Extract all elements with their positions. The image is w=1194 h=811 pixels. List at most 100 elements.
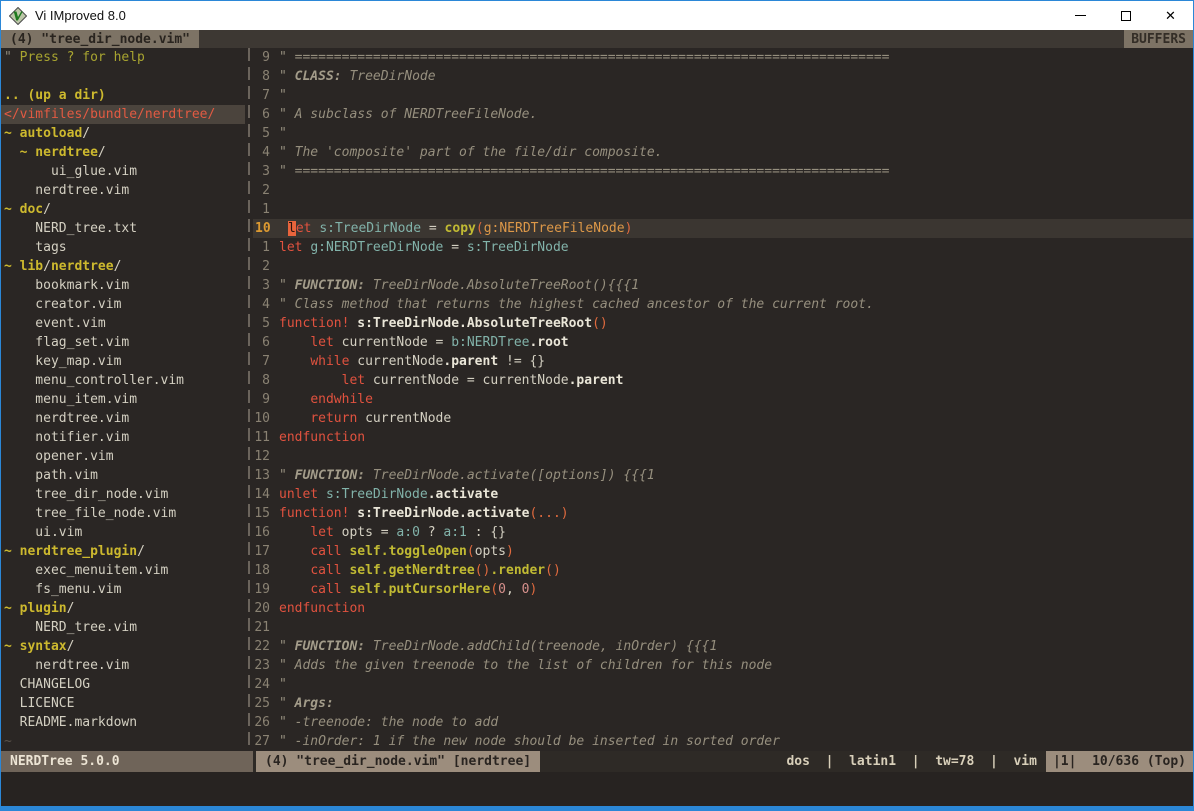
tree-row[interactable]: ~ nerdtree_plugin/ <box>1 542 245 561</box>
tab-active[interactable]: (4) "tree_dir_node.vim" <box>1 30 199 48</box>
token: call <box>310 563 341 578</box>
code-line[interactable]: 12 <box>253 447 1193 466</box>
code-line[interactable]: 2 <box>253 181 1193 200</box>
code-line[interactable]: 20endfunction <box>253 599 1193 618</box>
tree-row[interactable]: LICENCE <box>1 694 245 713</box>
command-line[interactable] <box>1 772 1193 806</box>
code-line[interactable]: 26" -treenode: the node to add <box>253 713 1193 732</box>
tree-row[interactable]: NERD_tree.txt <box>1 219 245 238</box>
code-line[interactable]: 8" CLASS: TreeDirNode <box>253 67 1193 86</box>
tree-row[interactable]: creator.vim <box>1 295 245 314</box>
token: .render <box>490 563 545 578</box>
tree-row[interactable]: .. (up a dir) <box>1 86 245 105</box>
tree-row[interactable]: ~ <box>1 732 245 751</box>
token: notifier.vim <box>4 430 129 445</box>
token: FUNCTION: <box>295 468 365 483</box>
code-line[interactable]: 5" <box>253 124 1193 143</box>
code-line[interactable]: 1 <box>253 200 1193 219</box>
line-number: 2 <box>253 257 279 276</box>
tree-row[interactable]: ui_glue.vim <box>1 162 245 181</box>
buffers-badge[interactable]: BUFFERS <box>1124 30 1193 48</box>
tree-row[interactable]: fs_menu.vim <box>1 580 245 599</box>
nerdtree-status-text: NERDTree 5.0.0 <box>10 754 120 769</box>
tree-row[interactable]: nerdtree.vim <box>1 656 245 675</box>
tree-row[interactable]: opener.vim <box>1 447 245 466</box>
code-line[interactable]: 15function! s:TreeDirNode.activate(...) <box>253 504 1193 523</box>
code-text <box>279 181 1193 200</box>
code-line[interactable]: 1let g:NERDTreeDirNode = s:TreeDirNode <box>253 238 1193 257</box>
tree-row[interactable]: ~ autoload/ <box>1 124 245 143</box>
token: opts = <box>334 525 397 540</box>
tree-row[interactable]: exec_menuitem.vim <box>1 561 245 580</box>
code-line[interactable]: 21 <box>253 618 1193 637</box>
code-line[interactable]: 19 call self.putCursorHere(0, 0) <box>253 580 1193 599</box>
tree-row[interactable]: menu_controller.vim <box>1 371 245 390</box>
buffers-label: BUFFERS <box>1131 32 1186 47</box>
tree-row[interactable]: bookmark.vim <box>1 276 245 295</box>
code-line[interactable]: 13" FUNCTION: TreeDirNode.activate([opti… <box>253 466 1193 485</box>
tree-row[interactable]: ui.vim <box>1 523 245 542</box>
tree-row[interactable]: CHANGELOG <box>1 675 245 694</box>
tree-row[interactable]: " Press ? for help <box>1 48 245 67</box>
code-line[interactable]: 2 <box>253 257 1193 276</box>
token: TreeDirNode.AbsoluteTreeRoot(){{{1 <box>365 278 639 293</box>
code-line[interactable]: 3" FUNCTION: TreeDirNode.AbsoluteTreeRoo… <box>253 276 1193 295</box>
code-line[interactable]: 5function! s:TreeDirNode.AbsoluteTreeRoo… <box>253 314 1193 333</box>
code-line[interactable]: 9 endwhile <box>253 390 1193 409</box>
tree-row[interactable]: path.vim <box>1 466 245 485</box>
tree-root-row[interactable]: </vimfiles/bundle/nerdtree/ <box>1 105 245 124</box>
code-line[interactable]: 6" A subclass of NERDTreeFileNode. <box>253 105 1193 124</box>
close-button[interactable]: ✕ <box>1148 1 1193 30</box>
token: ) <box>529 582 537 597</box>
code-line[interactable]: 27" -inOrder: 1 if the new node should b… <box>253 732 1193 751</box>
code-line[interactable]: 6 let currentNode = b:NERDTree.root <box>253 333 1193 352</box>
tree-row[interactable]: tree_file_node.vim <box>1 504 245 523</box>
token: FUNCTION: <box>295 639 365 654</box>
tree-row[interactable]: ~ nerdtree/ <box>1 143 245 162</box>
code-line[interactable]: 4" Class method that returns the highest… <box>253 295 1193 314</box>
tree-row[interactable]: tree_dir_node.vim <box>1 485 245 504</box>
tree-row[interactable]: menu_item.vim <box>1 390 245 409</box>
code-line[interactable]: 14unlet s:TreeDirNode.activate <box>253 485 1193 504</box>
tree-row[interactable]: nerdtree.vim <box>1 181 245 200</box>
token: = <box>421 221 444 236</box>
tree-row[interactable]: README.markdown <box>1 713 245 732</box>
tree-row[interactable]: notifier.vim <box>1 428 245 447</box>
code-line[interactable]: 7 while currentNode.parent != {} <box>253 352 1193 371</box>
maximize-button[interactable] <box>1103 1 1148 30</box>
token: TreeDirNode.addChild(treenode, inOrder) … <box>365 639 717 654</box>
tree-row[interactable]: NERD_tree.vim <box>1 618 245 637</box>
tree-row[interactable]: nerdtree.vim <box>1 409 245 428</box>
tree-row[interactable]: tags <box>1 238 245 257</box>
tree-row[interactable]: ~ doc/ <box>1 200 245 219</box>
line-number: 20 <box>253 599 279 618</box>
window-separator[interactable] <box>245 48 253 751</box>
token: endfunction <box>279 430 365 445</box>
code-line[interactable]: 10 return currentNode <box>253 409 1193 428</box>
code-line[interactable]: 17 call self.toggleOpen(opts) <box>253 542 1193 561</box>
tree-row[interactable]: ~ plugin/ <box>1 599 245 618</box>
code-line[interactable]: 23" Adds the given treenode to the list … <box>253 656 1193 675</box>
code-line[interactable]: 4" The 'composite' part of the file/dir … <box>253 143 1193 162</box>
code-line[interactable]: 16 let opts = a:0 ? a:1 : {} <box>253 523 1193 542</box>
code-line[interactable]: 11endfunction <box>253 428 1193 447</box>
tree-row[interactable]: key_map.vim <box>1 352 245 371</box>
token: " -treenode: the node to add <box>279 715 498 730</box>
tree-row[interactable]: flag_set.vim <box>1 333 245 352</box>
tree-row[interactable] <box>1 67 245 86</box>
tree-row[interactable]: ~ syntax/ <box>1 637 245 656</box>
code-line[interactable]: 8 let currentNode = currentNode.parent <box>253 371 1193 390</box>
code-line[interactable]: 3" =====================================… <box>253 162 1193 181</box>
code-line[interactable]: 24" <box>253 675 1193 694</box>
token: call <box>310 544 341 559</box>
code-line[interactable]: 7" <box>253 86 1193 105</box>
code-line[interactable]: 9" =====================================… <box>253 48 1193 67</box>
code-text: " Adds the given treenode to the list of… <box>279 656 1193 675</box>
code-line-current[interactable]: 10let s:TreeDirNode = copy(g:NERDTreeFil… <box>253 219 1193 238</box>
tree-row[interactable]: ~ lib/nerdtree/ <box>1 257 245 276</box>
code-line[interactable]: 22" FUNCTION: TreeDirNode.addChild(treen… <box>253 637 1193 656</box>
tree-row[interactable]: event.vim <box>1 314 245 333</box>
code-line[interactable]: 18 call self.getNerdtree().render() <box>253 561 1193 580</box>
code-line[interactable]: 25" Args: <box>253 694 1193 713</box>
minimize-button[interactable] <box>1058 1 1103 30</box>
